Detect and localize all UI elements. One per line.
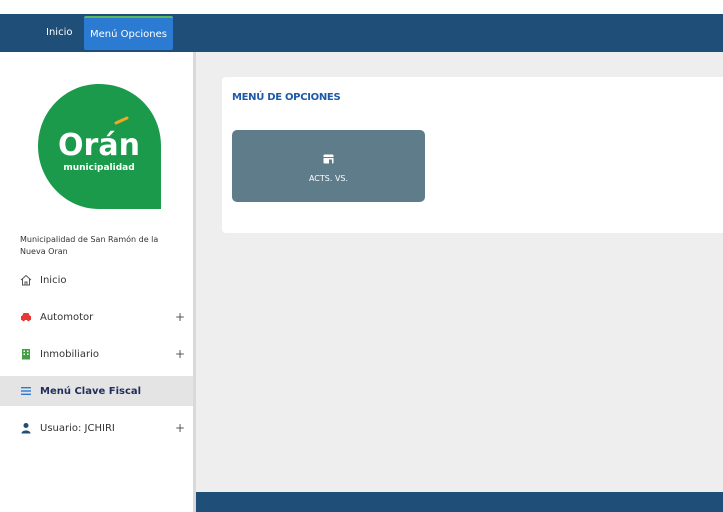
expand-icon[interactable]: + xyxy=(175,347,185,361)
sidebar-item-label: Automotor xyxy=(40,311,94,323)
sidebar-item-label: Menú Clave Fiscal xyxy=(40,385,142,397)
tab-inicio[interactable]: Inicio xyxy=(40,14,78,52)
expand-icon[interactable]: + xyxy=(175,310,185,324)
sidebar-item-automotor[interactable]: Automotor + xyxy=(0,302,193,332)
card-title: MENÚ DE OPCIONES xyxy=(232,92,341,103)
car-icon xyxy=(20,311,32,323)
logo-subtitle: municipalidad xyxy=(63,163,134,173)
footer-bar xyxy=(196,492,723,512)
home-icon xyxy=(20,274,32,286)
sidebar-item-inicio[interactable]: Inicio xyxy=(0,265,193,295)
options-card: MENÚ DE OPCIONES ACTS. VS. xyxy=(222,77,723,233)
store-icon xyxy=(323,149,334,168)
sidebar-item-menu-clave-fiscal[interactable]: Menú Clave Fiscal xyxy=(0,376,193,406)
sidebar-item-label: Inicio xyxy=(40,274,67,286)
tile-label: ACTS. VS. xyxy=(308,174,349,183)
sidebar: Orán municipalidad Municipalidad de San … xyxy=(0,52,196,512)
sidebar-item-label: Usuario: JCHIRI xyxy=(40,422,115,434)
menu-icon xyxy=(20,385,32,397)
sidebar-item-label: Inmobiliario xyxy=(40,348,99,360)
sidebar-item-usuario[interactable]: Usuario: JCHIRI + xyxy=(0,413,193,443)
sidebar-item-inmobiliario[interactable]: Inmobiliario + xyxy=(0,339,193,369)
logo-brand: Orán xyxy=(58,128,140,163)
oran-logo: Orán municipalidad xyxy=(38,84,161,209)
main-content: MENÚ DE OPCIONES ACTS. VS. xyxy=(196,52,723,492)
top-navbar: Inicio Menú Opciones xyxy=(0,14,723,52)
tile-acts-vs[interactable]: ACTS. VS. xyxy=(232,130,425,202)
organization-name: Municipalidad de San Ramón de la Nueva O… xyxy=(20,235,159,256)
expand-icon[interactable]: + xyxy=(175,421,185,435)
tab-menu-opciones[interactable]: Menú Opciones xyxy=(84,16,173,50)
user-icon xyxy=(20,422,32,434)
building-icon xyxy=(20,348,32,360)
